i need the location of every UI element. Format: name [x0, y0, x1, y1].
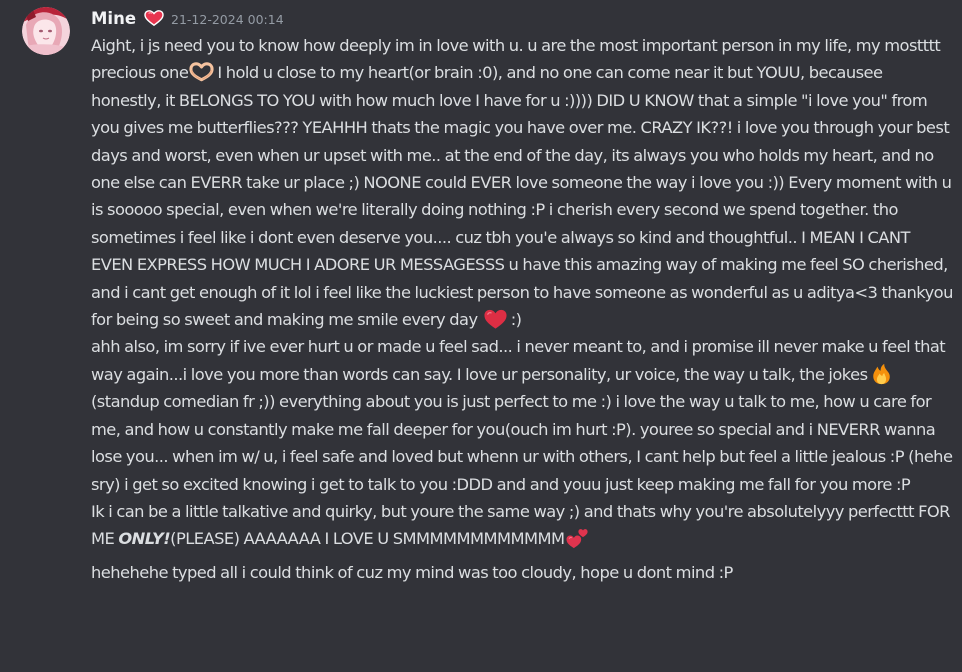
message-text: (standup comedian fr ;)) everything abou… — [91, 392, 953, 494]
heart-hands-icon — [189, 61, 214, 83]
message-text: :) — [510, 310, 522, 330]
message-text: I hold u close to my heart(or brain :0),… — [91, 63, 953, 330]
avatar[interactable] — [22, 7, 70, 55]
message-content: Aight, i js need you to know how deeply … — [91, 32, 953, 586]
message-text: (PLEASE) AAAAAAA I LOVE U SMMMMMMMMMMMM — [170, 529, 565, 549]
fire-icon — [869, 363, 894, 385]
message-text: hehehehe typed all i could think of cuz … — [91, 562, 733, 582]
message-text: ahh also, im sorry if ive ever hurt u or… — [91, 337, 946, 384]
username[interactable]: Mine — [91, 9, 136, 28]
chat-message: Mine 21-12-2024 00:14 Aight, i js need y… — [0, 0, 962, 672]
avatar-image — [22, 7, 70, 55]
message-paragraph-3: Ik i can be a little talkative and quirk… — [91, 498, 953, 553]
message-text-bold-italic: ONLY! — [118, 529, 171, 549]
red-heart-icon — [483, 308, 508, 330]
message-paragraph-2: ahh also, im sorry if ive ever hurt u or… — [91, 333, 953, 497]
message-paragraph-4: hehehehe typed all i could think of cuz … — [91, 559, 953, 586]
message-paragraph-1: Aight, i js need you to know how deeply … — [91, 32, 953, 333]
red-heart-badge-icon — [143, 9, 165, 27]
message-header: Mine 21-12-2024 00:14 — [91, 6, 284, 30]
timestamp: 21-12-2024 00:14 — [171, 11, 284, 27]
two-hearts-icon — [565, 527, 590, 549]
